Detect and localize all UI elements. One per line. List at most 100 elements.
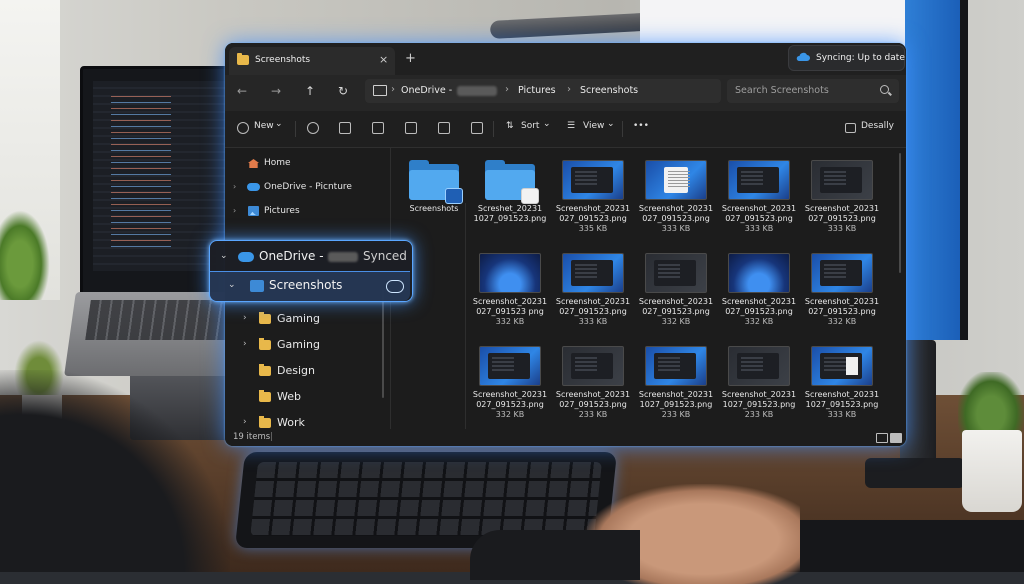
details-button[interactable]: Desally — [861, 121, 894, 131]
expand-chevron-icon[interactable]: › — [243, 339, 247, 349]
folder-item[interactable]: Screenshots — [392, 160, 476, 214]
sidebar-item-pictures[interactable]: Pictures — [264, 206, 300, 216]
file-size: 332 KB — [495, 410, 525, 419]
file-name: 1027_091523.png — [805, 400, 879, 409]
large-icons-view-icon[interactable] — [890, 433, 902, 443]
file-item[interactable]: Screenshot_20231 027_091523.png 333 KB — [717, 160, 801, 234]
share-icon[interactable] — [438, 122, 450, 134]
new-tab-button[interactable]: + — [405, 51, 416, 66]
sidebar-item-onedrive[interactable]: OneDrive - Picnture — [264, 182, 352, 192]
file-name: 1027_091523.png — [722, 400, 796, 409]
file-size: 333 KB — [661, 224, 691, 233]
screenshot-thumbnail — [645, 253, 707, 293]
more-options-button[interactable]: ••• — [633, 121, 649, 131]
file-size: 333 KB — [744, 224, 774, 233]
back-button[interactable]: ← — [237, 84, 247, 98]
file-size: 332 KB — [495, 317, 525, 326]
sort-button[interactable]: Sort — [521, 121, 539, 131]
expand-chevron-icon[interactable]: › — [233, 206, 236, 215]
view-button[interactable]: View — [583, 121, 604, 131]
file-item[interactable]: Screenshot_20231 027_091523.png 332 KB — [468, 346, 552, 420]
sleeve — [470, 530, 640, 580]
file-item[interactable]: Screenshot_20231 027_091523.png 333 KB — [634, 160, 718, 234]
laptop-keyboard — [85, 300, 231, 340]
sidebar-item-home[interactable]: Home — [264, 158, 291, 168]
folder-label: Work — [277, 416, 305, 429]
breadcrumb-onedrive[interactable]: OneDrive - — [401, 85, 452, 96]
folder-icon — [259, 416, 271, 428]
close-tab-button[interactable]: × — [379, 53, 388, 66]
file-item[interactable]: Screenshot_20231 027_091523.png 332 KB — [800, 253, 884, 327]
person-silhouette — [0, 370, 230, 572]
folder-label: Gaming — [277, 338, 320, 351]
callout-screenshots-row[interactable]: ⌄ Screenshots — [210, 271, 410, 301]
screenshot-thumbnail — [728, 346, 790, 386]
file-size: 333 KB — [578, 317, 608, 326]
file-item[interactable]: Screenshot_20231 1027_091523.png 233 KB — [717, 346, 801, 420]
onedrive-cloud-icon — [796, 52, 810, 61]
file-size: 333 KB — [827, 224, 857, 233]
rename-icon[interactable] — [405, 122, 417, 134]
sync-status-pill[interactable]: Syncing: Up to date — [788, 45, 905, 71]
pictures-icon — [248, 206, 259, 216]
forward-button[interactable]: → — [271, 84, 281, 98]
file-item[interactable]: Screenshot_20231 027_091523.png 332 KB — [717, 253, 801, 327]
screenshot-thumbnail — [479, 253, 541, 293]
screenshots-folder-icon — [250, 280, 264, 292]
sort-dropdown-icon: ⌄ — [543, 119, 551, 129]
collapse-chevron-icon[interactable]: ⌄ — [228, 280, 236, 290]
screenshot-thumbnail — [645, 346, 707, 386]
copy-icon[interactable] — [339, 122, 351, 134]
file-item[interactable]: Screenshot_20231 027_091523.png 333 KB — [551, 253, 635, 327]
screenshot-thumbnail — [562, 253, 624, 293]
file-size: 233 KB — [661, 410, 691, 419]
screenshot-thumbnail — [811, 346, 873, 386]
file-item[interactable]: Screenshot_20231 027_091523 png 332 KB — [468, 253, 552, 327]
details-view-icon[interactable] — [876, 433, 888, 443]
expand-chevron-icon[interactable]: › — [243, 313, 247, 323]
search-icon — [880, 85, 889, 94]
screenshot-thumbnail — [479, 346, 541, 386]
file-name: 027_091523.png — [559, 400, 627, 409]
sort-icon: ⇅ — [506, 121, 514, 131]
callout-synced-label: Synced — [363, 249, 407, 263]
expand-chevron-icon[interactable]: › — [243, 417, 247, 427]
delete-icon[interactable] — [471, 122, 483, 134]
file-name: Screenshot_20231 — [472, 390, 548, 399]
up-button[interactable]: ↑ — [305, 84, 315, 98]
pot-right — [962, 430, 1022, 512]
file-name: 027_091523 png — [476, 307, 544, 316]
paste-icon[interactable] — [372, 122, 384, 134]
file-item[interactable]: Screenshot_20231 027_091523.png 333 KB — [800, 160, 884, 234]
folder-item[interactable]: Screshet_20231 1027_091523.png — [468, 160, 552, 224]
file-item[interactable]: Screenshot_20231 1027_091523.png 333 KB — [800, 346, 884, 420]
content-scrollbar[interactable] — [899, 153, 901, 273]
navigation-bar: ← → ↑ ↻ › OneDrive - › Pictures › Screen… — [225, 75, 906, 111]
file-name: Screenshot_20231 — [804, 297, 880, 306]
search-placeholder: Search Screenshots — [735, 85, 829, 96]
new-button[interactable]: New — [254, 121, 274, 131]
command-bar: New ⌄ ⇅ Sort ⌄ ☰ View ⌄ ••• Desally — [225, 111, 906, 148]
file-name: 027_091523.png — [642, 307, 710, 316]
expand-chevron-icon[interactable]: › — [233, 182, 236, 191]
file-item[interactable]: Screenshot_20231 1027_091523.png 233 KB — [634, 346, 718, 420]
file-item[interactable]: Screenshot_20231 027_091523.png 335 KB — [551, 160, 635, 234]
breadcrumb-pictures[interactable]: Pictures — [518, 85, 556, 96]
file-item[interactable]: Screenshot_20231 027_091523.png 332 KB — [634, 253, 718, 327]
file-item[interactable]: Screenshot_20231 027_091523.png 233 KB — [551, 346, 635, 420]
sidebar-scrollbar[interactable] — [382, 288, 384, 398]
collapse-chevron-icon[interactable]: ⌄ — [220, 251, 228, 261]
file-name: Screenshot_20231 — [721, 204, 797, 213]
cut-icon[interactable] — [307, 122, 319, 134]
address-bar[interactable]: › OneDrive - › Pictures › Screenshots — [365, 79, 721, 103]
refresh-button[interactable]: ↻ — [338, 84, 348, 98]
file-name: 027_091523.png — [642, 214, 710, 223]
file-name: Screenshot_20231 — [638, 297, 714, 306]
folder-icon — [259, 390, 271, 402]
breadcrumb-screenshots[interactable]: Screenshots — [580, 85, 638, 96]
background-browser — [640, 0, 940, 49]
file-name: 027_091523.png — [476, 400, 544, 409]
file-size: 332 KB — [744, 317, 774, 326]
search-box[interactable]: Search Screenshots — [727, 79, 899, 103]
tab-screenshots[interactable]: Screenshots × — [229, 47, 395, 75]
